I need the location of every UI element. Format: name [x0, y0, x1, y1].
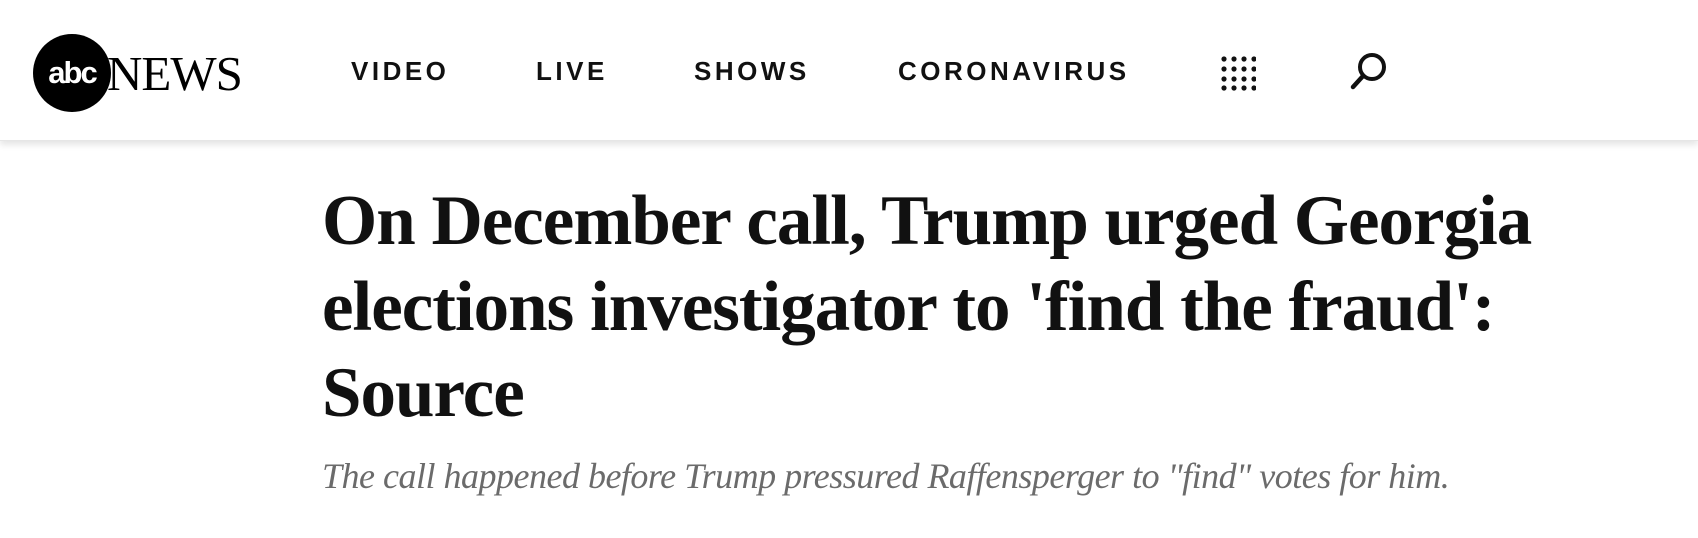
- nav-item-coronavirus[interactable]: CORONAVIRUS: [898, 56, 1130, 86]
- site-header: abc NEWS VIDEO LIVE SHOWS CORONAVIRUS: [0, 0, 1698, 141]
- nav-item-video[interactable]: VIDEO: [351, 56, 449, 86]
- nav-item-shows[interactable]: SHOWS: [694, 56, 810, 86]
- grid-dots-icon[interactable]: [1220, 55, 1257, 91]
- nav-item-live[interactable]: LIVE: [536, 56, 608, 86]
- search-icon[interactable]: [1348, 50, 1390, 92]
- news-wordmark: NEWS: [107, 45, 243, 101]
- article-subheadline: The call happened before Trump pressured…: [322, 456, 1450, 496]
- abc-logo-mark: abc: [33, 34, 111, 112]
- article-headline: On December call, Trump urged Georgia el…: [322, 182, 1532, 432]
- abc-news-logo[interactable]: abc NEWS: [33, 34, 243, 112]
